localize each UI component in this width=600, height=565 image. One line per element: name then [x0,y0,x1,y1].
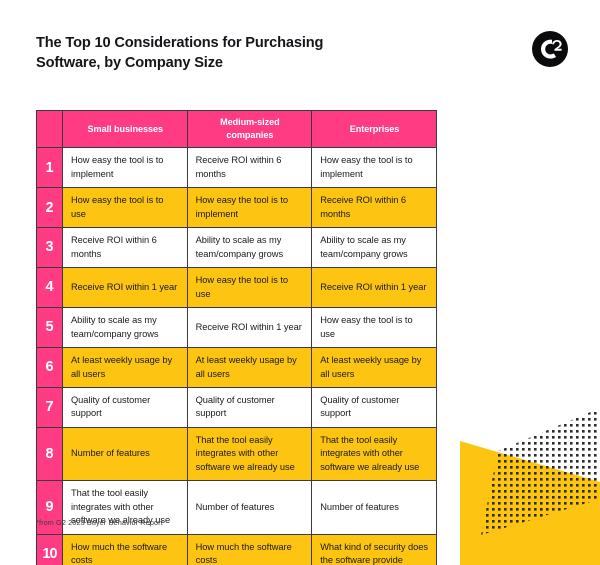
table-cell: At least weekly usage by all users [186,347,313,388]
page-title-line-1: The Top 10 Considerations for Purchasing [36,35,324,51]
table-cell: Receive ROI within 1 year [62,267,188,309]
rank-cell: 2 [36,187,63,229]
table-row: 4 Receive ROI within 1 year How easy the t… [36,267,437,309]
rank-cell: 6 [36,347,63,388]
table-cell: Ability to scale as my team/company grow… [311,227,437,269]
dot-grid-pattern [481,408,600,535]
table-cell: What kind of security does the software … [311,533,437,565]
table-cell: How easy the tool is to implement [186,187,313,229]
table-cell: Quality of customer support [311,386,437,428]
table-cell: How easy the tool is to implement [62,147,188,189]
table-head: Small businesses Medium-sized companies … [36,109,437,149]
page-title: The Top 10 Considerations for Purchasing… [36,33,376,73]
table-cell: Receive ROI within 1 year [311,267,437,309]
table-cell: How much the software costs [186,533,313,565]
column-header-medium-sized-companies: Medium-sized companies [186,109,313,149]
rank-cell: 3 [36,227,63,269]
table-body: 1 How easy the tool is to implement Receiv… [36,147,437,565]
rank-cell: 8 [36,426,63,482]
table-cell: That the tool easily integrates with oth… [186,426,313,482]
table-row: 6 At least weekly usage by all users At le… [36,347,437,388]
rank-cell: 10 [36,533,63,565]
table-cell: At least weekly usage by all users [311,347,437,388]
table-row: 3 Receive ROI within 6 months Ability to s… [36,227,437,269]
considerations-table: Small businesses Medium-sized companies … [36,109,437,565]
source-footnote: *from G2 2023 Buyer Behavior Report [36,518,163,527]
table-row: 10 How much the software costs How much th… [36,533,437,565]
table-row: 1 How easy the tool is to implement Receiv… [36,147,437,189]
table-cell: Receive ROI within 6 months [62,227,188,269]
column-header-enterprises: Enterprises [311,109,437,149]
table-cell: How easy the tool is to implement [311,147,437,189]
page-title-line-2: Software, by Company Size [36,55,223,72]
table-cell: Receive ROI within 6 months [311,187,437,229]
table-cell: How easy the tool is to use [186,267,313,309]
table-row: 7 Quality of customer support Quality of c… [36,386,437,428]
table-header-row: Small businesses Medium-sized companies … [36,109,437,149]
table-cell: Quality of customer support [62,386,188,428]
rank-cell: 4 [36,267,63,309]
table-row: 2 How easy the tool is to use How easy the… [36,187,437,229]
table-cell: How much the software costs [62,533,188,565]
column-header-small-businesses: Small businesses [62,109,188,149]
table-cell: Ability to scale as my team/company grow… [186,227,313,269]
table-cell: How easy the tool is to use [62,187,188,229]
table-cell: That the tool easily integrates with oth… [311,426,437,482]
table-corner-cell [36,109,63,149]
table-cell: Receive ROI within 6 months [186,147,313,189]
table-row: 5 Ability to scale as my team/company gro… [36,307,437,349]
g2-logo [532,31,568,67]
table-cell: Ability to scale as my team/company grow… [62,307,188,349]
table-cell: Quality of customer support [186,386,313,428]
rank-cell: 5 [36,307,63,349]
considerations-table-wrapper: Small businesses Medium-sized companies … [36,109,437,565]
table-cell: Receive ROI within 1 year [186,307,313,349]
table-cell: Number of features [311,480,437,535]
table-cell: Number of features [62,426,188,482]
rank-cell: 1 [36,147,63,189]
table-cell: How easy the tool is to use [311,307,437,349]
decorative-graphic [455,405,600,565]
table-cell: At least weekly usage by all users [62,347,188,388]
yellow-shape [460,441,600,565]
rank-cell: 7 [36,386,63,428]
table-row: 8 Number of features That the tool easily … [36,426,437,482]
table-cell: Number of features [186,480,313,535]
